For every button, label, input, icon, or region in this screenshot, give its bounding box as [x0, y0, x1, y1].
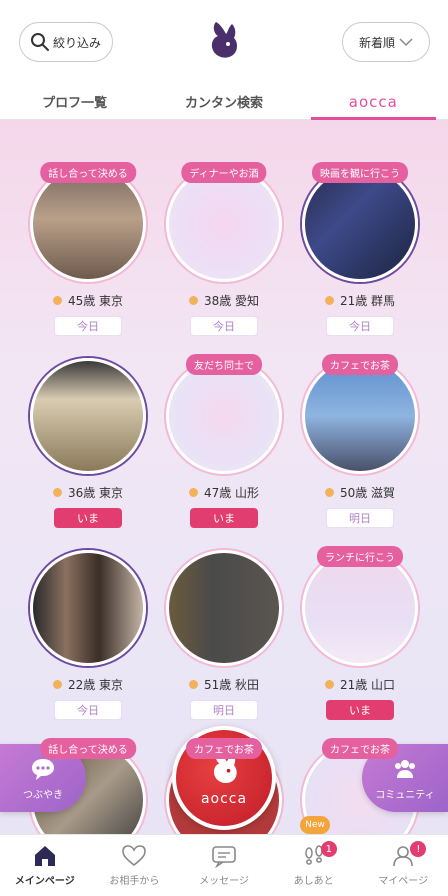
search-icon	[31, 33, 49, 51]
online-dot-icon	[324, 680, 334, 689]
profile-card[interactable]: ランチに行こう 21歳 山口 いま	[292, 524, 428, 720]
header: 絞り込み 新着順	[0, 0, 448, 84]
chat-bubble-icon	[32, 758, 54, 780]
date-style-tag: 話し合って決める	[40, 162, 136, 183]
online-dot-icon	[188, 296, 198, 305]
age-location: 22歳 東京	[67, 678, 124, 692]
nav-message[interactable]: メッセージ	[179, 835, 269, 896]
nav-main-page[interactable]: メインページ	[0, 835, 90, 896]
tab-bar: プロフ一覧 カンタン検索 aocca	[0, 84, 448, 120]
sort-dropdown[interactable]: 新着順	[342, 22, 430, 62]
online-dot-icon	[52, 488, 62, 497]
age-location: 21歳 群馬	[339, 294, 396, 308]
profile-card[interactable]: ディナーやお酒 38歳 愛知 今日	[156, 140, 292, 336]
profile-info: 51歳 秋田	[156, 676, 292, 693]
date-style-tag: ランチに行こう	[317, 546, 403, 567]
nav-label: メッセージ	[199, 876, 249, 887]
nav-label: マイページ	[378, 876, 429, 887]
nav-label: メインページ	[14, 876, 75, 887]
profile-card[interactable]: 友だち同士で 47歳 山形 いま	[156, 332, 292, 528]
profile-info: 36歳 東京	[20, 484, 156, 501]
online-dot-icon	[324, 488, 334, 497]
profile-card[interactable]: 22歳 東京 今日	[20, 524, 156, 720]
chevron-down-icon	[399, 38, 413, 47]
sort-label: 新着順	[358, 35, 395, 50]
tab-easy-search[interactable]: カンタン検索	[149, 84, 298, 119]
profile-info: 21歳 山口	[292, 676, 428, 693]
tab-profile-list[interactable]: プロフ一覧	[0, 84, 149, 119]
profile-info: 38歳 愛知	[156, 292, 292, 309]
date-style-tag: 話し合って決める	[40, 738, 136, 759]
profile-card[interactable]: 51歳 秋田 明日	[156, 524, 292, 720]
nav-footprints[interactable]: あしあと 1	[269, 835, 359, 896]
message-icon	[212, 846, 236, 868]
online-dot-icon	[188, 680, 198, 689]
aocca-logo-icon	[211, 22, 237, 58]
date-style-tag: カフェでお茶	[322, 738, 398, 759]
profile-photo[interactable]	[166, 550, 282, 666]
nav-my-page[interactable]: マイページ !	[358, 835, 448, 896]
online-dot-icon	[52, 680, 62, 689]
profile-photo[interactable]	[30, 166, 146, 282]
bottom-nav: メインページ お相手から メッセージ あしあと 1 マイページ !	[0, 834, 448, 896]
heart-icon	[122, 845, 147, 867]
date-style-tag: ディナーやお酒	[181, 162, 267, 183]
date-style-tag: カフェでお茶	[186, 738, 262, 759]
aocca-center-label: aocca	[200, 791, 248, 807]
online-dot-icon	[324, 296, 334, 305]
profile-photo[interactable]	[302, 358, 418, 474]
notification-badge: 1	[320, 841, 337, 857]
date-style-tag: 友だち同士で	[186, 354, 262, 375]
age-location: 21歳 山口	[339, 678, 396, 692]
age-location: 36歳 東京	[67, 486, 124, 500]
profile-card[interactable]: カフェでお茶 50歳 滋賀 明日	[292, 332, 428, 528]
community-icon	[395, 759, 415, 778]
nav-from-partner[interactable]: お相手から	[90, 835, 180, 896]
online-dot-icon	[188, 488, 198, 497]
profile-photo[interactable]	[30, 358, 146, 474]
notification-badge: !	[410, 841, 427, 857]
tweet-label: つぶやき	[23, 789, 63, 801]
age-location: 47歳 山形	[203, 486, 260, 500]
new-badge: New	[300, 816, 330, 834]
age-location: 51歳 秋田	[203, 678, 260, 692]
profile-photo[interactable]	[166, 166, 282, 282]
filter-button[interactable]: 絞り込み	[19, 22, 113, 62]
tab-aocca[interactable]: aocca	[299, 84, 448, 120]
age-location: 50歳 滋賀	[339, 486, 396, 500]
profile-card[interactable]: 映画を観に行こう 21歳 群馬 今日	[292, 140, 428, 336]
profile-card[interactable]: 話し合って決める 45歳 東京 今日	[20, 140, 156, 336]
profile-info: 47歳 山形	[156, 484, 292, 501]
nav-label: あしあと	[293, 876, 334, 887]
nav-label: お相手から	[109, 876, 160, 887]
profile-photo[interactable]	[30, 550, 146, 666]
age-location: 45歳 東京	[67, 294, 124, 308]
home-icon	[34, 846, 55, 866]
profile-photo[interactable]	[302, 166, 418, 282]
community-label: コミュニティ	[375, 789, 435, 801]
profile-card[interactable]: 36歳 東京 いま	[20, 332, 156, 528]
profile-info: 50歳 滋賀	[292, 484, 428, 501]
profile-info: 21歳 群馬	[292, 292, 428, 309]
date-style-tag: 映画を観に行こう	[312, 162, 408, 183]
profile-photo[interactable]	[302, 550, 418, 666]
profile-info: 45歳 東京	[20, 292, 156, 309]
profile-info: 22歳 東京	[20, 676, 156, 693]
date-style-tag: カフェでお茶	[322, 354, 398, 375]
filter-label: 絞り込み	[53, 35, 102, 50]
profile-photo[interactable]	[166, 358, 282, 474]
age-location: 38歳 愛知	[203, 294, 260, 308]
online-dot-icon	[52, 296, 62, 305]
